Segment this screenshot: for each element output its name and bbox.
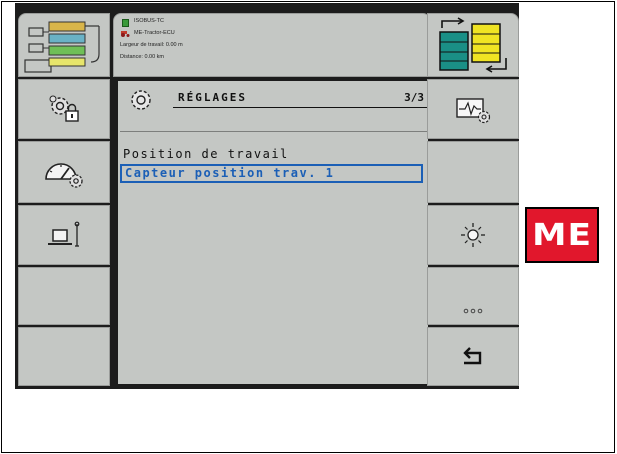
header-line-1: ISOBUS-TC	[134, 18, 164, 24]
tractor-icon	[121, 31, 130, 37]
softkey-left-5[interactable]	[18, 327, 110, 386]
page-indicator: 3/3	[404, 91, 424, 104]
tractor-implement-icon	[24, 21, 100, 73]
softkey-left-4[interactable]	[18, 267, 110, 325]
diagnostics-settings-icon	[456, 98, 491, 124]
switch-application-button[interactable]	[427, 13, 519, 77]
page-title: RÉGLAGES	[178, 91, 247, 104]
status-header: ISOBUS-TC ME-Tractor-ECU Largeur de trav…	[113, 13, 431, 77]
light-icon	[461, 223, 485, 247]
setting-label: Position de travail	[123, 147, 289, 161]
softkey-right-5[interactable]	[427, 327, 519, 386]
back-icon	[463, 346, 482, 364]
main-panel: RÉGLAGES 3/3 Position de travail Capteur…	[118, 81, 428, 384]
position-sensor-icon	[48, 221, 80, 247]
softkey-right-2[interactable]	[427, 141, 519, 203]
section-divider	[120, 131, 428, 132]
me-logo-text: ME	[531, 217, 593, 253]
isobus-icon	[122, 19, 129, 27]
header-line-4: Distance: 0.00 km	[120, 54, 165, 60]
isobus-terminal: ISOBUS-TC ME-Tractor-ECU Largeur de trav…	[15, 3, 519, 389]
settings-lock-icon	[49, 95, 79, 122]
switch-application-icon	[439, 17, 507, 73]
softkey-right-3[interactable]	[427, 205, 519, 265]
more-icon	[463, 308, 483, 314]
header-line-2: ME-Tractor-ECU	[134, 30, 175, 36]
softkey-left-1[interactable]	[18, 79, 110, 139]
header-line-3: Largeur de travail: 0.00 m	[120, 42, 183, 48]
softkey-left-3[interactable]	[18, 205, 110, 265]
title-divider	[173, 107, 428, 108]
softkey-right-4[interactable]	[427, 267, 519, 325]
softkey-right-1[interactable]	[427, 79, 519, 139]
me-brand-logo: ME	[525, 207, 599, 263]
work-position-field[interactable]: Capteur position trav. 1	[120, 164, 423, 183]
machine-overview-button[interactable]	[18, 13, 110, 77]
softkey-left-2[interactable]	[18, 141, 110, 203]
settings-icon	[131, 90, 151, 110]
speedometer-settings-icon	[45, 163, 83, 188]
